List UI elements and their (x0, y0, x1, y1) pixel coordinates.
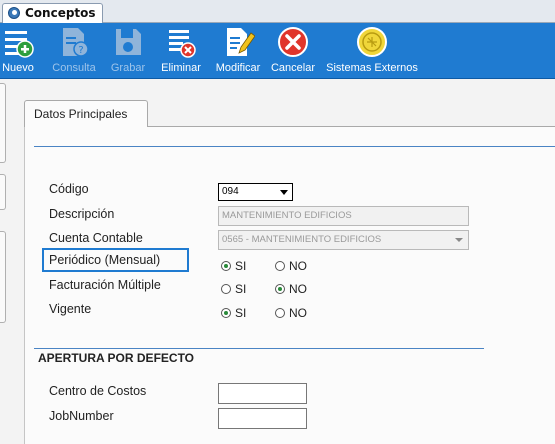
edit-button[interactable]: Modificar (212, 23, 264, 78)
left-panel-tab[interactable] (0, 174, 6, 210)
header-divider (34, 146, 555, 147)
external-systems-button[interactable]: Sistemas Externos (324, 23, 420, 78)
codigo-label: Código (49, 182, 89, 196)
cuenta-contable-value: 0565 - MANTENIMIENTO EDIFICIOS (222, 234, 382, 245)
radio-unchecked-icon (275, 308, 285, 318)
left-panel-tab[interactable] (0, 83, 6, 163)
consult-button[interactable]: ? Consulta (50, 23, 98, 78)
new-button-label: Nuevo (2, 62, 34, 74)
facturacion-label: Facturación Múltiple (49, 278, 161, 292)
external-systems-button-label: Sistemas Externos (326, 62, 418, 74)
window-tab-conceptos[interactable]: Conceptos (2, 3, 103, 23)
consult-button-label: Consulta (52, 62, 96, 74)
periodico-label: Periódico (Mensual) (49, 253, 161, 267)
consult-icon: ? (63, 28, 89, 57)
radio-no-label: NO (289, 282, 307, 296)
radio-unchecked-icon (275, 261, 285, 271)
left-panel-tab[interactable] (0, 231, 6, 323)
radio-si-label: SI (235, 306, 247, 320)
delete-button[interactable]: Eliminar (158, 23, 204, 78)
codigo-value: 094 (222, 186, 239, 197)
facturacion-si-radio[interactable]: SI (221, 282, 246, 296)
save-button[interactable]: Grabar (106, 23, 150, 78)
edit-button-label: Modificar (215, 62, 261, 74)
radio-si-label: SI (235, 282, 247, 296)
app-icon (8, 7, 20, 19)
cancel-button-label: Cancelar (270, 62, 316, 74)
chevron-down-icon (455, 238, 463, 242)
cancel-button[interactable]: Cancelar (270, 23, 316, 78)
radio-checked-icon (221, 261, 231, 271)
cuenta-contable-combo[interactable]: 0565 - MANTENIMIENTO EDIFICIOS (218, 230, 469, 250)
radio-si-label: SI (235, 259, 247, 273)
delete-icon (169, 30, 196, 58)
cancel-icon (278, 27, 308, 57)
jobnumber-input[interactable] (218, 408, 307, 429)
save-button-label: Grabar (110, 62, 146, 74)
save-icon (116, 29, 141, 55)
radio-checked-icon (275, 284, 285, 294)
radio-unchecked-icon (221, 284, 231, 294)
radio-checked-icon (221, 308, 231, 318)
descripcion-value: MANTENIMIENTO EDIFICIOS (222, 210, 352, 221)
vigente-no-radio[interactable]: NO (275, 306, 307, 320)
edit-icon (227, 28, 255, 56)
section-divider (34, 348, 484, 349)
facturacion-no-radio[interactable]: NO (275, 282, 307, 296)
external-systems-icon (357, 27, 387, 57)
centro-costos-input[interactable] (218, 383, 307, 404)
chevron-down-icon (280, 190, 288, 195)
descripcion-field[interactable]: MANTENIMIENTO EDIFICIOS (218, 206, 469, 226)
cuenta-contable-label: Cuenta Contable (49, 231, 143, 245)
jobnumber-label: JobNumber (49, 409, 114, 423)
periodico-no-radio[interactable]: NO (275, 259, 307, 273)
apertura-section-title: APERTURA POR DEFECTO (38, 351, 195, 365)
periodico-si-radio[interactable]: SI (221, 259, 246, 273)
new-icon (5, 31, 34, 58)
centro-costos-label: Centro de Costos (49, 384, 147, 398)
svg-text:?: ? (78, 45, 83, 56)
delete-button-label: Eliminar (161, 62, 201, 74)
descripcion-label: Descripción (49, 207, 115, 221)
vigente-label: Vigente (49, 302, 92, 316)
window-tab-title: Conceptos (25, 6, 96, 20)
codigo-select[interactable]: 094 (218, 183, 293, 201)
tab-datos-principales[interactable]: Datos Principales (24, 100, 148, 127)
left-collapsed-panel (0, 79, 14, 443)
vigente-si-radio[interactable]: SI (221, 306, 246, 320)
toolbar: Nuevo ? Consulta Grabar Eliminar Modific… (0, 23, 555, 79)
new-button[interactable]: Nuevo (0, 23, 36, 78)
radio-no-label: NO (289, 259, 307, 273)
radio-no-label: NO (289, 306, 307, 320)
window-tab-strip: Conceptos (0, 0, 555, 23)
